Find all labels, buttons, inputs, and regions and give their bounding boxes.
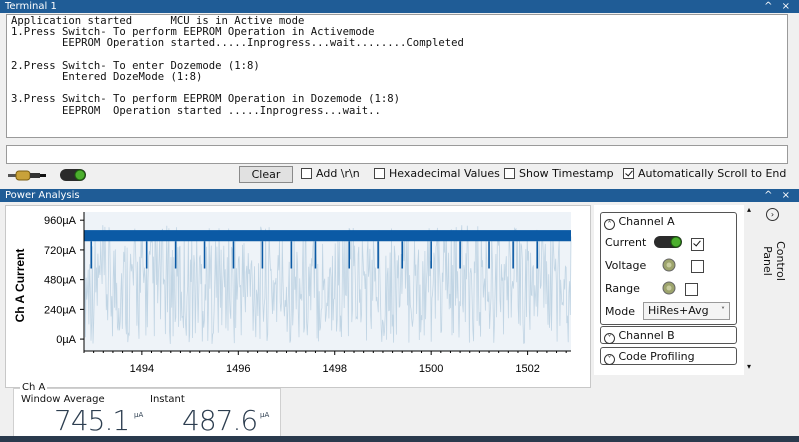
voltage-label: Voltage xyxy=(605,259,647,272)
terminal-window-controls[interactable]: ^ × xyxy=(764,0,793,13)
terminal-line: EEPROM Operation started.....Inprogress.… xyxy=(11,37,464,50)
y-tick-label: 720µA xyxy=(44,245,77,257)
window-average-unit: µA xyxy=(134,411,144,419)
auto-scroll-option[interactable]: Automatically Scroll to End xyxy=(623,167,786,180)
range-checkbox[interactable] xyxy=(685,283,698,296)
range-label: Range xyxy=(605,282,640,295)
channel-a-group: ˄ Channel A Current Voltage Range Mode H… xyxy=(600,212,737,325)
y-tick-label: 960µA xyxy=(44,215,77,227)
power-window-controls[interactable]: ^ × xyxy=(764,189,793,202)
dark-current-band xyxy=(84,230,571,242)
terminal-line: 3.Press Switch- To perform EEPROM Operat… xyxy=(11,93,401,106)
chevron-up-icon[interactable]: ˄ xyxy=(604,219,615,230)
range-toggle-icon[interactable] xyxy=(662,281,676,298)
y-tick-label: 0µA xyxy=(56,334,76,346)
clear-button[interactable]: Clear xyxy=(239,166,293,183)
add-crlf-checkbox[interactable] xyxy=(301,168,312,179)
control-panel: ˄ Channel A Current Voltage Range Mode H… xyxy=(594,205,744,375)
chevron-down-icon[interactable]: ˅ xyxy=(604,354,615,365)
power-title: Power Analysis xyxy=(5,190,80,201)
show-timestamp-option[interactable]: Show Timestamp xyxy=(504,167,614,180)
code-profiling-label: Code Profiling xyxy=(618,350,695,363)
terminal-line: EEPROM Operation started .....Inprogress… xyxy=(11,104,381,117)
hex-values-checkbox[interactable] xyxy=(374,168,385,179)
scroll-up-icon[interactable]: ▴ xyxy=(747,205,751,214)
chevron-down-icon: ˅ xyxy=(721,306,725,315)
hex-values-option[interactable]: Hexadecimal Values xyxy=(374,167,500,180)
chevron-right-icon[interactable]: › xyxy=(766,208,779,221)
x-tick-label: 1494 xyxy=(130,363,154,375)
current-label: Current xyxy=(605,236,647,249)
code-profiling-group[interactable]: ˅ Code Profiling xyxy=(600,347,737,365)
code-profiling-header[interactable]: ˅ Code Profiling xyxy=(604,350,695,365)
channel-a-readout: Ch A Window Average Instant 745.1 µA 487… xyxy=(13,382,281,440)
channel-b-header[interactable]: ˅ Channel B xyxy=(604,329,675,344)
auto-scroll-checkbox[interactable] xyxy=(623,168,634,179)
hex-values-label: Hexadecimal Values xyxy=(389,167,500,180)
terminal-line: Entered DozeMode (1:8) xyxy=(11,71,203,84)
instant-label: Instant xyxy=(150,394,185,405)
chevron-down-icon[interactable]: ˅ xyxy=(604,333,615,344)
current-checkbox[interactable] xyxy=(691,238,704,251)
window-average-value: 745.1 xyxy=(54,404,130,437)
terminal-titlebar: Terminal 1 ^ × xyxy=(0,0,799,13)
scroll-down-icon[interactable]: ▾ xyxy=(747,362,751,371)
mode-value: HiRes+Avg xyxy=(648,304,709,317)
current-chart-svg[interactable]: Ch A Current 960µA 720µA 480µA 240µA 0µA 1494… xyxy=(6,206,590,387)
current-chart[interactable]: Ch A Current 960µA 720µA 480µA 240µA 0µA 1494… xyxy=(5,205,591,388)
y-axis-title: Ch A Current xyxy=(13,249,27,323)
control-panel-scrollbar[interactable]: ▴ ▾ xyxy=(745,205,756,371)
auto-scroll-label: Automatically Scroll to End xyxy=(638,167,787,180)
x-tick-label: 1502 xyxy=(515,363,539,375)
control-panel-label: Control Panel xyxy=(761,241,787,281)
channel-b-group[interactable]: ˅ Channel B xyxy=(600,326,737,344)
plug-cable-icon[interactable] xyxy=(8,168,46,182)
instant-unit: µA xyxy=(260,411,270,419)
terminal-input[interactable] xyxy=(6,145,788,164)
current-toggle-icon[interactable] xyxy=(653,235,683,252)
channel-a-header[interactable]: ˄ Channel A xyxy=(604,215,675,230)
channel-a-label: Channel A xyxy=(618,215,675,228)
mode-label: Mode xyxy=(605,305,635,318)
toggle-green-icon[interactable] xyxy=(59,168,87,182)
power-titlebar: Power Analysis ^ × xyxy=(0,189,799,202)
terminal-title: Terminal 1 xyxy=(5,1,57,12)
terminal-output[interactable]: Application started MCU is in Active mod… xyxy=(6,14,788,138)
y-tick-label: 240µA xyxy=(44,304,77,316)
show-timestamp-label: Show Timestamp xyxy=(519,167,614,180)
x-tick-label: 1496 xyxy=(226,363,250,375)
x-tick-label: 1498 xyxy=(322,363,346,375)
control-panel-tab[interactable]: › Control Panel xyxy=(761,206,787,286)
y-tick-label: 480µA xyxy=(44,275,77,287)
channel-b-label: Channel B xyxy=(618,329,675,342)
bottom-status-strip xyxy=(0,436,799,442)
readout-group-label: Ch A xyxy=(20,382,48,393)
x-tick-label: 1500 xyxy=(419,363,443,375)
terminal-toolbar: Clear Add \r\n Hexadecimal Values Show T… xyxy=(0,166,799,184)
voltage-toggle-icon[interactable] xyxy=(662,258,676,275)
show-timestamp-checkbox[interactable] xyxy=(504,168,515,179)
instant-value: 487.6 xyxy=(182,404,258,437)
add-crlf-option[interactable]: Add \r\n xyxy=(301,167,360,180)
voltage-checkbox[interactable] xyxy=(691,260,704,273)
add-crlf-label: Add \r\n xyxy=(316,167,360,180)
mode-select[interactable]: HiRes+Avg ˅ xyxy=(643,302,730,320)
